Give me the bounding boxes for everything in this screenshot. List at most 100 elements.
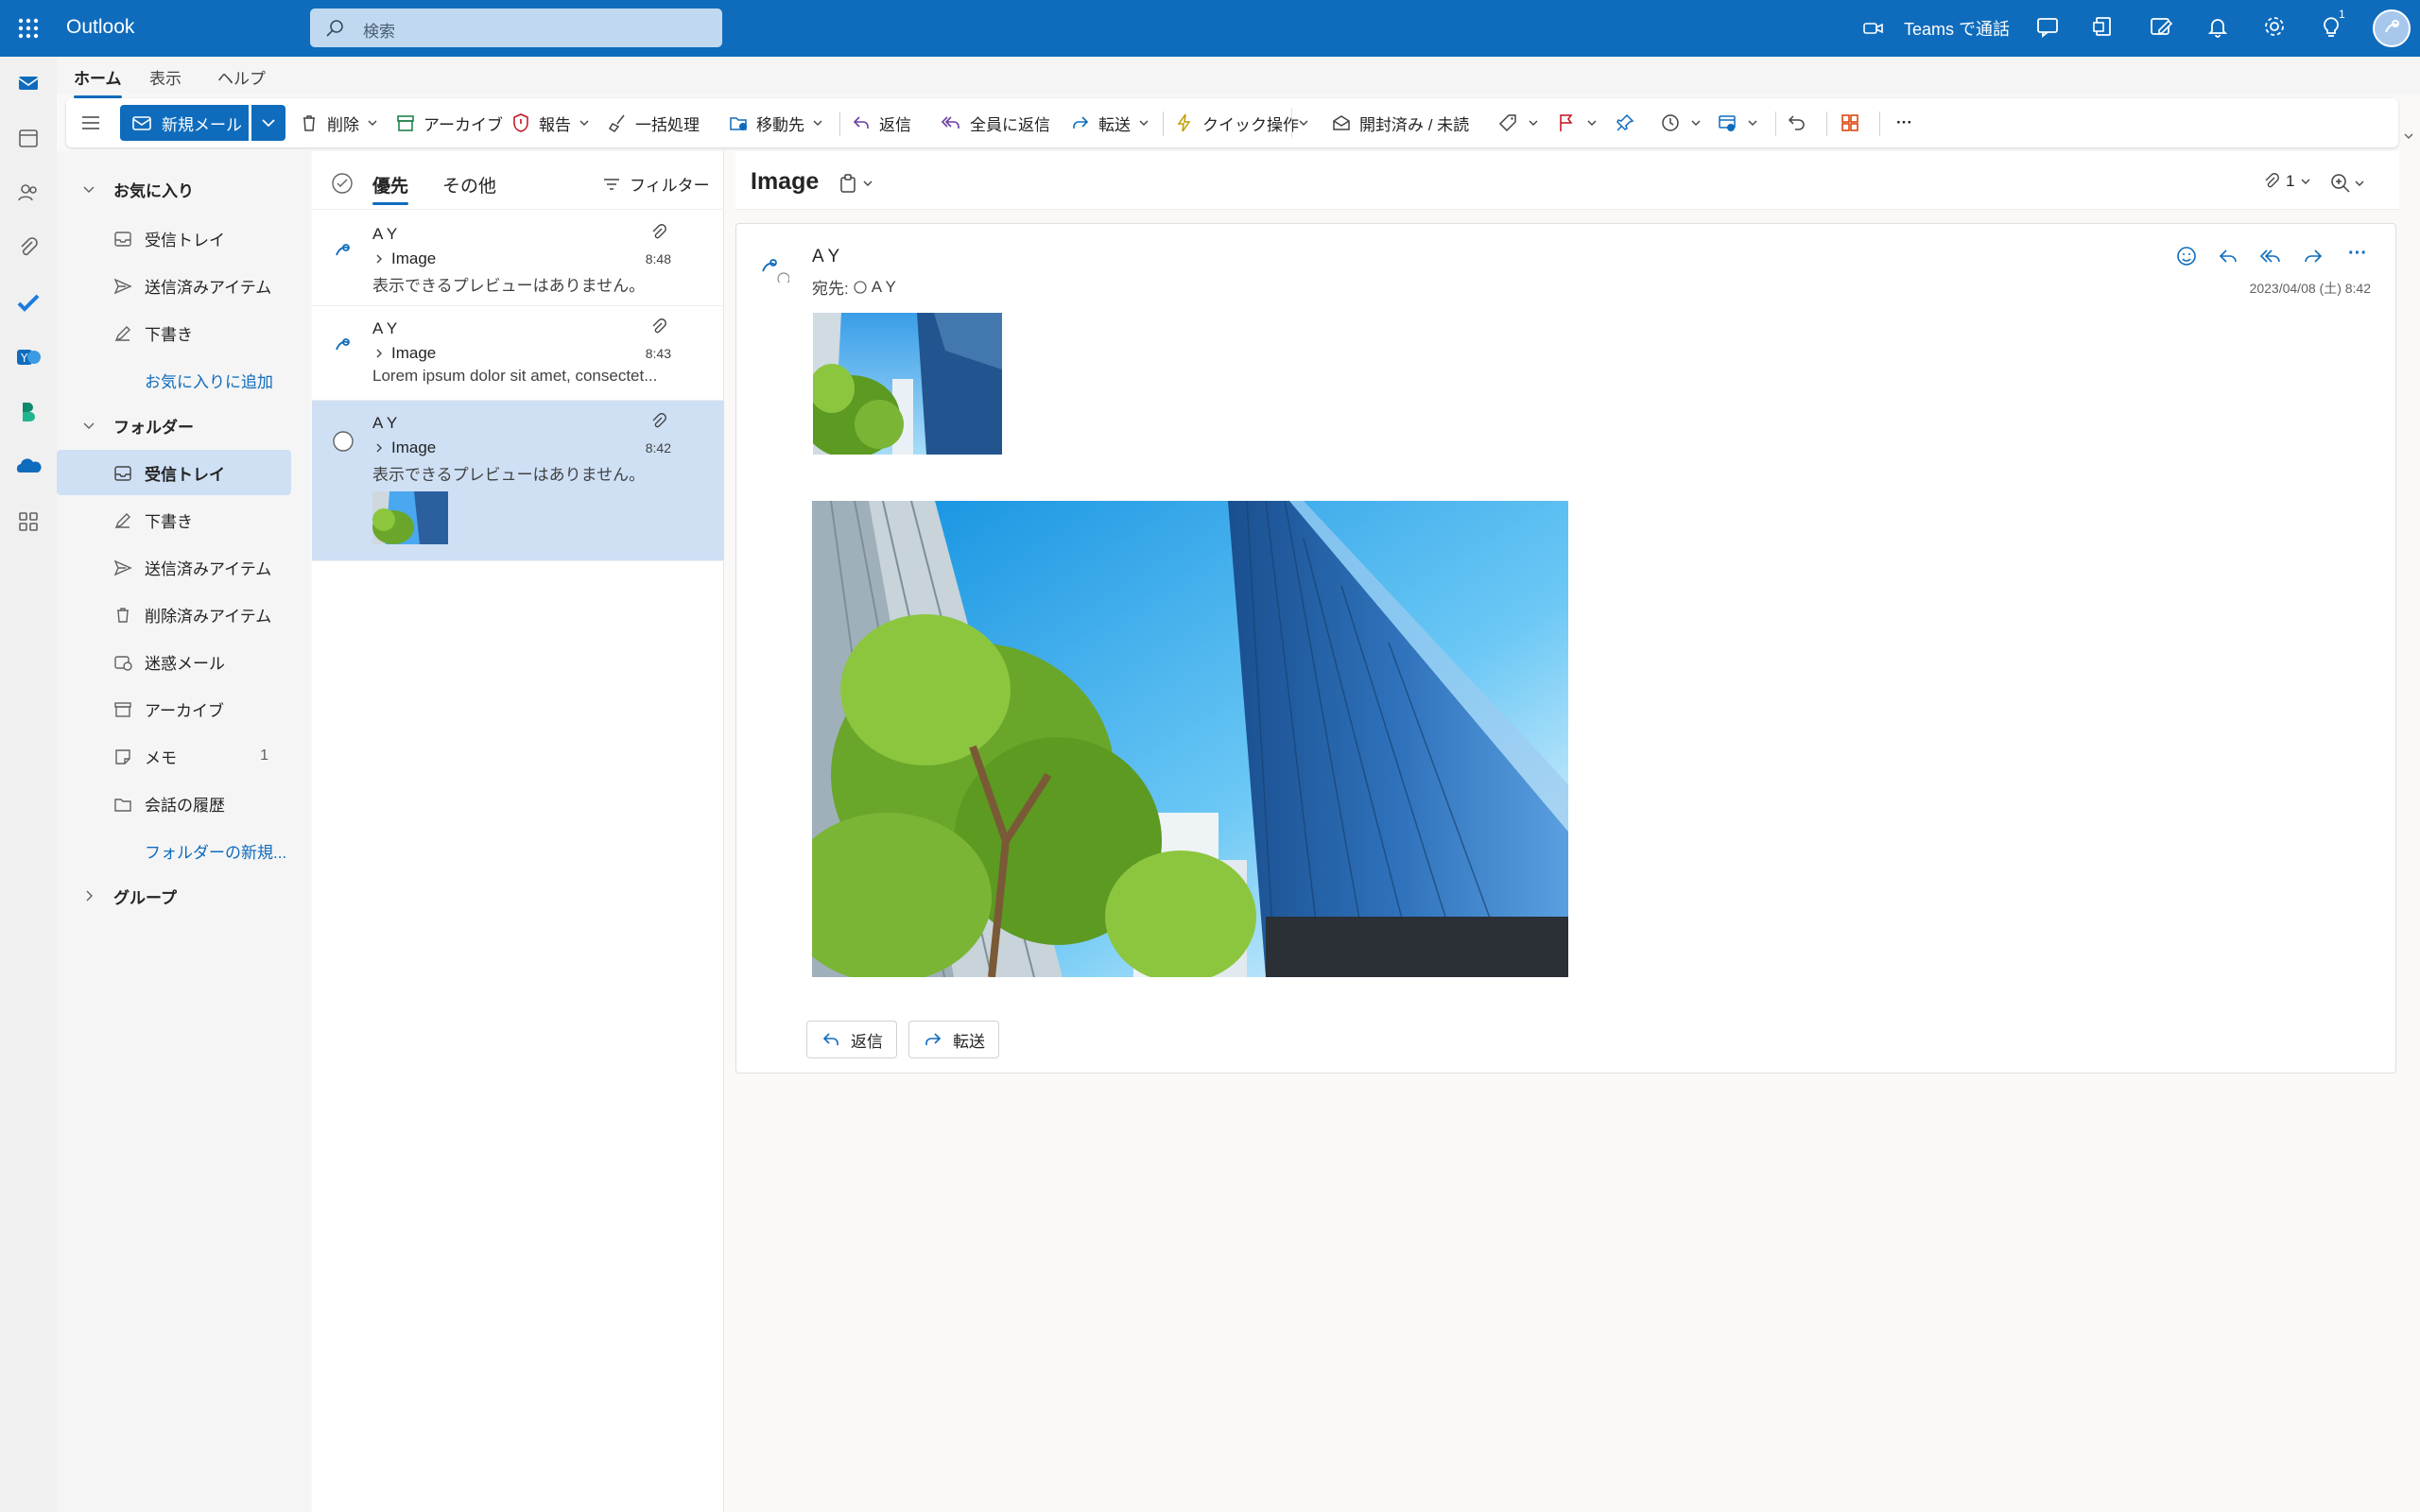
zoom-in-icon xyxy=(2331,174,2350,193)
emoji-reaction-icon[interactable] xyxy=(2173,243,2204,273)
folder-deleted[interactable]: 削除済みアイテム xyxy=(57,592,291,637)
flag-button[interactable] xyxy=(1556,108,1607,138)
tab-view[interactable]: 表示 xyxy=(149,65,182,89)
reply-all-button[interactable]: 全員に返信 xyxy=(940,108,1050,138)
mail-icon[interactable] xyxy=(13,68,43,98)
calendar-icon[interactable] xyxy=(13,123,43,153)
chat-icon[interactable] xyxy=(2034,13,2065,43)
select-all-icon[interactable] xyxy=(331,172,354,195)
attachment-count-button[interactable]: 1 xyxy=(2261,172,2313,191)
new-mail-button[interactable]: 新規メール xyxy=(120,105,249,141)
ribbon-expand-icon[interactable] xyxy=(2401,129,2416,144)
clock-icon xyxy=(1662,114,1679,131)
note-edit-icon[interactable] xyxy=(2148,13,2178,43)
new-mail-dropdown[interactable] xyxy=(251,105,285,141)
folder-notes-count: 1 xyxy=(260,747,268,764)
favorite-drafts[interactable]: 下書き xyxy=(57,310,291,355)
more-button[interactable]: ··· xyxy=(1896,108,1912,138)
quick-steps-dropdown[interactable] xyxy=(1291,108,1319,138)
add-favorite-link[interactable]: お気に入りに追加 xyxy=(57,357,291,403)
app-name[interactable]: Outlook xyxy=(66,16,134,39)
gear-icon[interactable] xyxy=(2261,13,2291,43)
office-icon[interactable] xyxy=(2091,13,2121,43)
tab-help[interactable]: ヘルプ xyxy=(217,65,266,89)
folder-notes[interactable]: メモ 1 xyxy=(57,733,291,779)
teams-call-button[interactable]: Teams で通話 xyxy=(1862,9,2010,47)
reply-all-icon[interactable] xyxy=(2257,243,2288,273)
more-apps-icon[interactable] xyxy=(13,507,43,537)
folder-conversation-history[interactable]: 会話の履歴 xyxy=(57,781,291,826)
list-item[interactable]: A Y Image Lorem ipsum dolor sit amet, co… xyxy=(312,306,724,401)
todo-icon[interactable] xyxy=(13,287,43,318)
undo-button[interactable] xyxy=(1787,108,1815,138)
folder-inbox[interactable]: 受信トレイ xyxy=(57,450,291,495)
message-subject-title: Image xyxy=(751,168,820,195)
favorite-inbox[interactable]: 受信トレイ xyxy=(57,215,291,261)
sender-name[interactable]: A Y xyxy=(812,247,839,267)
more-actions-icon[interactable]: ··· xyxy=(2342,243,2373,273)
delete-button[interactable]: 削除 xyxy=(299,108,388,138)
list-item[interactable]: A Y Image 表示できるプレビューはありません。 8:42 xyxy=(312,401,724,561)
attachment-thumbnail[interactable] xyxy=(372,491,448,544)
summary-button[interactable] xyxy=(838,172,875,195)
zoom-button[interactable] xyxy=(2329,172,2367,195)
reply-label: 返信 xyxy=(879,115,911,134)
bell-icon[interactable] xyxy=(2204,13,2235,43)
filter-button[interactable]: フィルター xyxy=(601,172,710,196)
grid-icon xyxy=(1841,114,1858,131)
tab-focused[interactable]: 優先 xyxy=(372,172,409,205)
chevron-right-icon[interactable] xyxy=(372,441,386,455)
reply-button[interactable]: 返信 xyxy=(806,1021,897,1058)
forward-button[interactable]: 転送 xyxy=(908,1021,999,1058)
app-launcher-icon[interactable] xyxy=(15,15,42,42)
move-to-button[interactable]: 移動先 xyxy=(728,108,833,138)
list-item[interactable]: A Y Image 表示できるプレビューはありません。 8:48 xyxy=(312,212,724,306)
pin-button[interactable] xyxy=(1615,108,1643,138)
folders-header[interactable]: フォルダー xyxy=(57,403,291,448)
message-list-header: 優先 その他 フィルター xyxy=(312,151,724,210)
groups-header[interactable]: グループ xyxy=(57,873,291,919)
chevron-right-icon[interactable] xyxy=(372,252,386,266)
folder-drafts[interactable]: 下書き xyxy=(57,497,291,542)
tab-home[interactable]: ホーム xyxy=(74,65,122,98)
tab-other[interactable]: その他 xyxy=(442,172,496,198)
people-icon[interactable] xyxy=(13,178,43,208)
reply-icon xyxy=(822,1033,838,1045)
move-to-label: 移動先 xyxy=(756,115,804,134)
select-circle-icon[interactable] xyxy=(331,429,355,454)
inline-image-thumbnail[interactable] xyxy=(813,313,1002,455)
read-unread-button[interactable]: 開封済み / 未読 xyxy=(1331,108,1469,138)
bookings-icon[interactable] xyxy=(13,397,43,427)
onedrive-icon[interactable] xyxy=(13,452,43,482)
categorize-button[interactable] xyxy=(1497,108,1548,138)
lightbulb-icon[interactable]: 1 xyxy=(2318,8,2348,43)
archive-button[interactable]: アーカイブ xyxy=(395,108,503,138)
favorites-header[interactable]: お気に入り xyxy=(57,166,291,212)
reply-button[interactable]: 返信 xyxy=(851,108,911,138)
snooze-button[interactable] xyxy=(1660,108,1711,138)
forward-icon[interactable] xyxy=(2300,243,2330,273)
addins-button[interactable] xyxy=(1840,108,1868,138)
report-button[interactable]: 報告 xyxy=(510,108,599,138)
sweep-button[interactable]: 一括処理 xyxy=(607,108,700,138)
search-input[interactable]: 検索 xyxy=(310,9,722,47)
sender-avatar-icon[interactable] xyxy=(757,250,789,283)
favorite-sent[interactable]: 送信済みアイテム xyxy=(57,263,291,308)
new-folder-link[interactable]: フォルダーの新規... xyxy=(57,828,291,873)
attachment-icon[interactable] xyxy=(13,232,43,263)
rules-button[interactable] xyxy=(1717,108,1768,138)
groups-label: グループ xyxy=(113,888,177,907)
quick-steps-button[interactable]: クイック操作 xyxy=(1174,108,1299,138)
reply-icon[interactable] xyxy=(2215,243,2245,273)
inline-image[interactable] xyxy=(812,501,1568,977)
folder-junk[interactable]: 迷惑メール xyxy=(57,639,291,684)
folder-archive[interactable]: アーカイブ xyxy=(57,686,291,731)
hamburger-icon[interactable] xyxy=(79,108,110,138)
recipient-name[interactable]: A Y xyxy=(872,278,896,297)
folder-sent-label: 送信済みアイテム xyxy=(145,559,272,578)
forward-button[interactable]: 転送 xyxy=(1070,108,1159,138)
folder-sent[interactable]: 送信済みアイテム xyxy=(57,544,291,590)
yammer-icon[interactable]: Y xyxy=(13,342,43,372)
avatar[interactable] xyxy=(2373,9,2411,47)
chevron-right-icon[interactable] xyxy=(372,347,386,360)
